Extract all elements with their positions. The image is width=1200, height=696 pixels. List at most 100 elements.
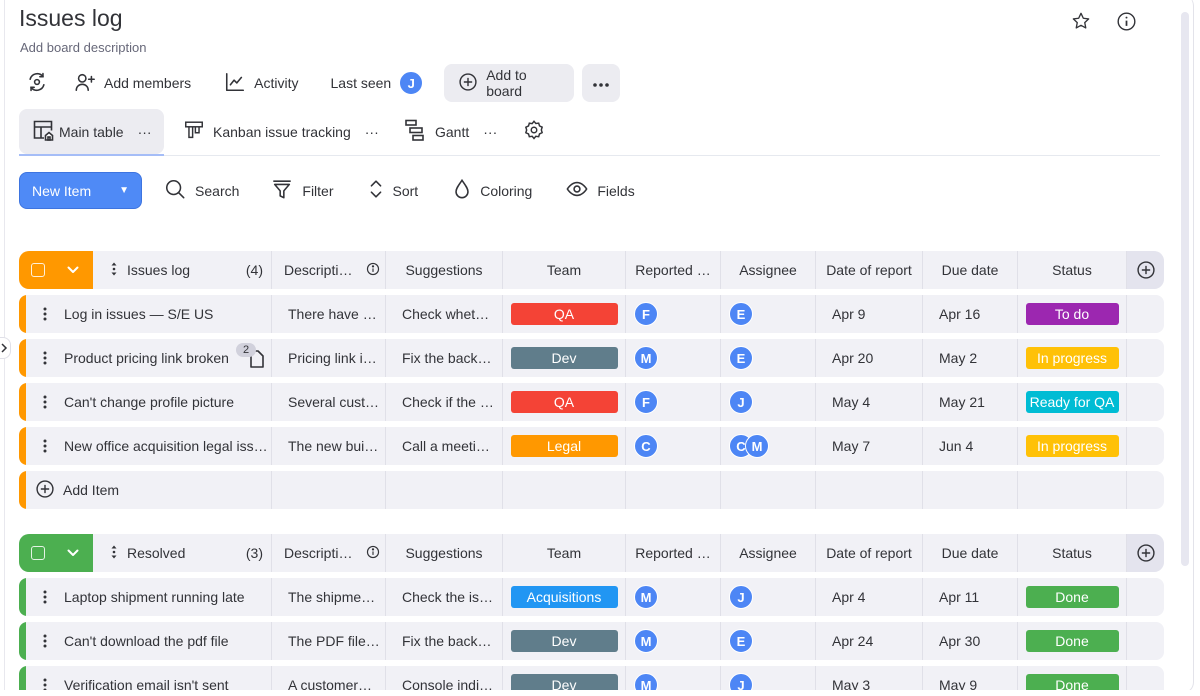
avatar[interactable]: J [729,585,753,609]
coloring-button[interactable]: Coloring [453,178,532,203]
tab-gantt[interactable]: Gantt ··· [391,109,509,154]
assignee-cell[interactable]: E [720,295,815,333]
reported-by-cell[interactable]: M [625,622,720,660]
table-row[interactable]: New office acquisition legal iss… The new… [19,427,1164,465]
tab-main-table[interactable]: Main table ··· [19,109,164,154]
column-header[interactable]: Status [1017,534,1126,572]
tab-menu-icon[interactable]: ··· [483,124,497,140]
drag-handle-icon[interactable] [110,545,118,562]
kebab-menu-icon[interactable] [26,634,64,648]
group-name-header[interactable]: Resolved (3) [93,534,271,572]
avatar[interactable]: C [634,434,658,458]
item-name-cell[interactable]: Laptop shipment running late [26,578,271,616]
tab-menu-icon[interactable]: ··· [138,124,152,140]
due-date-cell[interactable]: Apr 16 [922,295,1017,333]
item-name[interactable]: Laptop shipment running late [64,589,245,605]
item-name-cell[interactable]: Can't change profile picture [26,383,271,421]
suggestions-cell[interactable]: Call a meeti… [385,427,502,465]
status-cell[interactable]: Ready for QA [1017,383,1126,421]
add-item-button[interactable]: Add Item [26,471,271,509]
column-header[interactable]: Due date [922,251,1017,289]
column-header[interactable]: Reported … [625,534,720,572]
suggestions-cell[interactable]: Fix the back… [385,339,502,377]
add-board-description-link[interactable]: Add board description [20,40,146,55]
assignee-cell[interactable]: E [720,339,815,377]
kebab-menu-icon[interactable] [26,351,64,365]
add-item-row[interactable]: Add Item [19,471,1164,509]
suggestions-cell[interactable]: Fix the back… [385,622,502,660]
info-icon[interactable] [1114,9,1138,33]
column-header[interactable]: Descripti… [271,534,385,572]
caret-down-icon[interactable]: ▼ [113,185,141,196]
team-cell[interactable]: QA [502,383,625,421]
date-of-report-cell[interactable]: May 4 [815,383,922,421]
tab-kanban-issue-tracking[interactable]: Kanban issue tracking ··· [171,109,391,154]
description-cell[interactable]: The PDF file… [271,622,385,660]
item-name[interactable]: Product pricing link broken [64,350,229,366]
group-name-header[interactable]: Issues log (4) [93,251,271,289]
kebab-menu-icon[interactable] [26,307,64,321]
add-column-button[interactable] [1126,534,1164,572]
avatar[interactable]: J [729,390,753,414]
avatar[interactable]: M [634,629,658,653]
table-row[interactable]: Laptop shipment running late The shipme… C… [19,578,1164,616]
kebab-menu-icon[interactable] [26,395,64,409]
assignee-cell[interactable]: CM [720,427,815,465]
chevron-down-icon[interactable] [67,261,79,279]
status-cell[interactable]: In progress [1017,427,1126,465]
avatar[interactable]: E [729,629,753,653]
search-button[interactable]: Search [164,178,239,203]
assignee-cell[interactable]: E [720,622,815,660]
due-date-cell[interactable]: May 2 [922,339,1017,377]
date-of-report-cell[interactable]: May 7 [815,427,922,465]
column-header[interactable]: Date of report [815,251,922,289]
suggestions-cell[interactable]: Check if the … [385,383,502,421]
item-name-cell[interactable]: Log in issues — S/E US [26,295,271,333]
table-row[interactable]: Can't change profile picture Several cust… [19,383,1164,421]
item-name-cell[interactable]: New office acquisition legal iss… [26,427,271,465]
more-options-button[interactable] [582,64,621,102]
due-date-cell[interactable]: Jun 4 [922,427,1017,465]
reported-by-cell[interactable]: M [625,339,720,377]
status-cell[interactable]: Done [1017,578,1126,616]
item-name[interactable]: Can't change profile picture [64,394,234,410]
star-icon[interactable] [1069,9,1093,33]
sync-button[interactable] [18,64,56,102]
kebab-menu-icon[interactable] [26,439,64,453]
chevron-down-icon[interactable] [67,544,79,562]
fields-button[interactable]: Fields [566,178,635,203]
description-cell[interactable]: The shipme… [271,578,385,616]
reported-by-cell[interactable]: M [625,578,720,616]
filter-button[interactable]: Filter [271,178,334,203]
status-cell[interactable]: To do [1017,295,1126,333]
item-name-cell[interactable]: Product pricing link broken 2 [26,339,271,377]
avatar[interactable]: E [729,302,753,326]
add-members-button[interactable]: Add members [74,64,191,102]
due-date-cell[interactable]: Apr 30 [922,622,1017,660]
description-cell[interactable]: The new bui… [271,427,385,465]
column-header[interactable]: Status [1017,251,1126,289]
date-of-report-cell[interactable]: Apr 4 [815,578,922,616]
add-to-board-button[interactable]: Add to board [444,64,575,102]
item-name-cell[interactable]: Can't download the pdf file [26,622,271,660]
group-title[interactable]: Resolved [127,545,185,561]
description-cell[interactable]: Several cust… [271,383,385,421]
item-name[interactable]: New office acquisition legal iss… [64,438,268,454]
status-cell[interactable]: Done [1017,622,1126,660]
last-seen-button[interactable]: Last seen J [331,64,424,102]
column-header[interactable]: Assignee [720,251,815,289]
table-row[interactable]: Can't download the pdf file The PDF file…… [19,622,1164,660]
column-header[interactable]: Suggestions [385,534,502,572]
column-header[interactable]: Descripti… [271,251,385,289]
column-header[interactable]: Reported … [625,251,720,289]
avatar[interactable]: M [634,585,658,609]
suggestions-cell[interactable]: Check whet… [385,295,502,333]
avatar[interactable]: M [634,346,658,370]
assignee-cell[interactable]: J [720,578,815,616]
avatar[interactable]: F [634,390,658,414]
avatar[interactable]: M [745,434,769,458]
group-select-checkbox[interactable] [31,263,45,277]
item-name[interactable]: Log in issues — S/E US [64,306,213,322]
add-column-button[interactable] [1126,251,1164,289]
team-cell[interactable]: QA [502,295,625,333]
